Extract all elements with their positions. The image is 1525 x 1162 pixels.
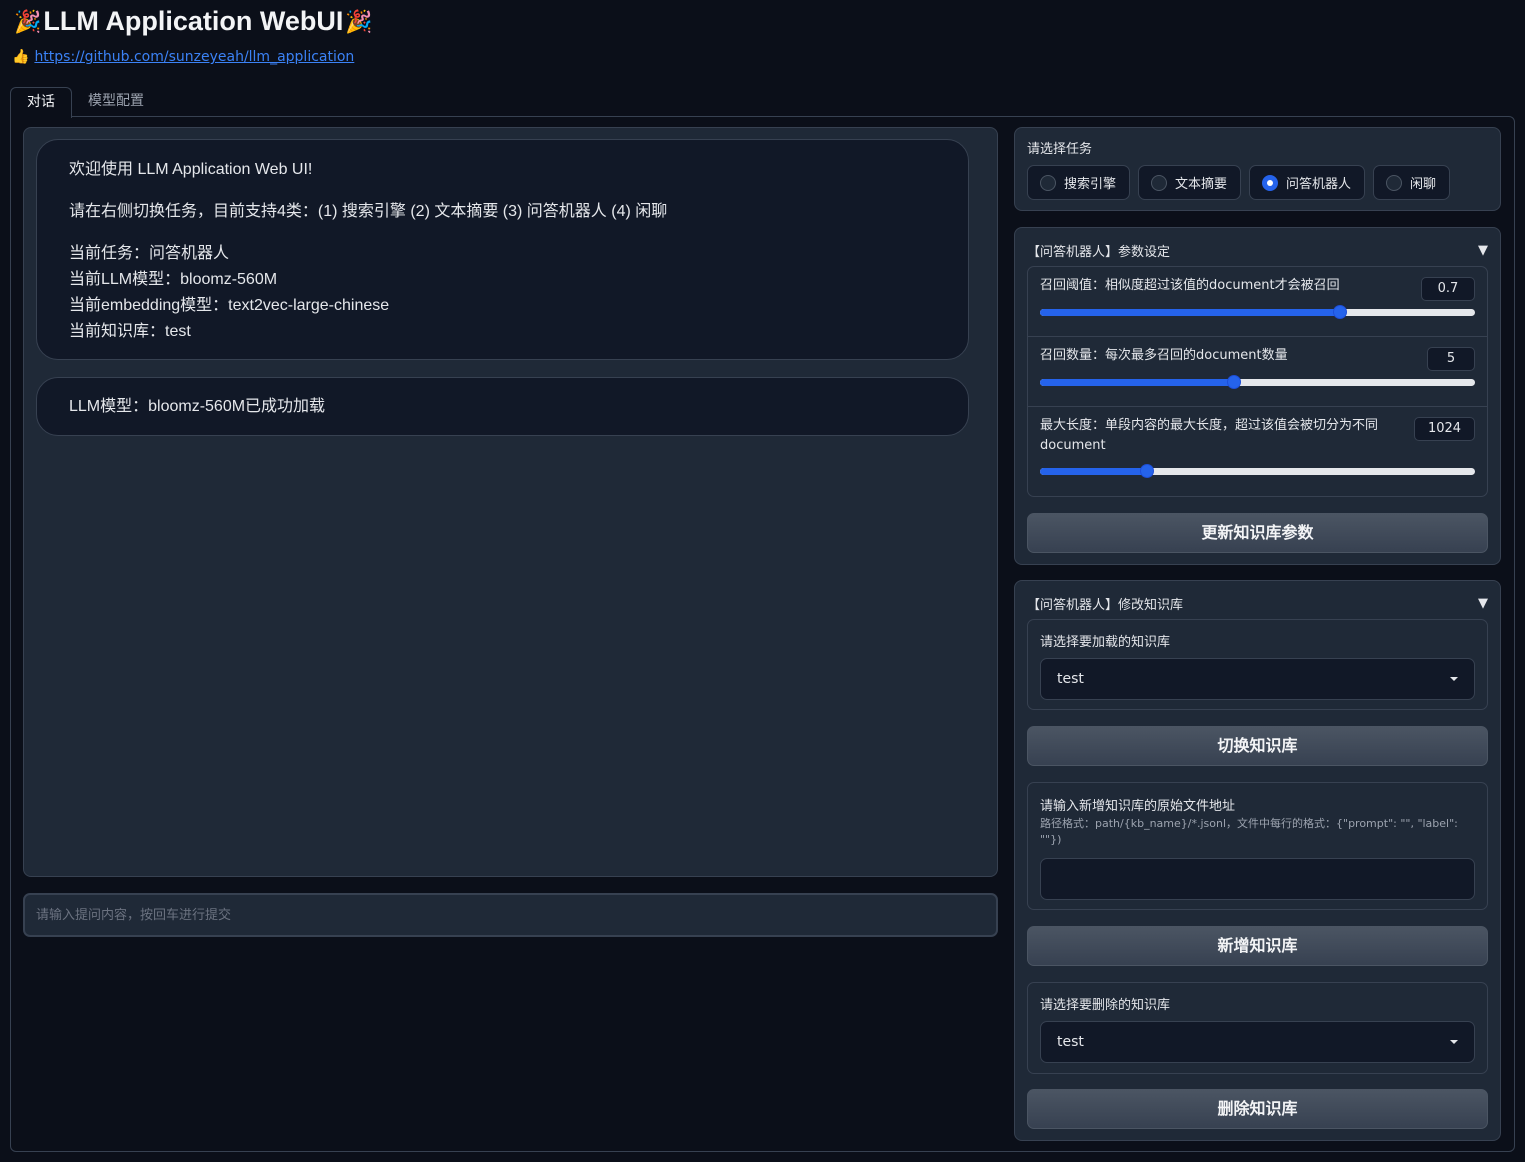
new-kb-group: 请输入新增知识库的原始文件地址 路径格式：path/{kb_name}/*.js… <box>1027 782 1488 910</box>
chatbot-panel: 欢迎使用 LLM Application Web UI! 请在右侧切换任务，目前… <box>23 127 998 877</box>
radio-label: 问答机器人 <box>1286 177 1352 192</box>
status-lines: 当前任务：问答机器人 当前LLM模型：bloomz-560M 当前embeddi… <box>69 241 936 345</box>
new-kb-hint: 路径格式：path/{kb_name}/*.jsonl，文件中每行的格式：{"p… <box>1040 817 1458 846</box>
slider-recall-count: 召回数量：每次最多召回的document数量 5 <box>1028 337 1487 407</box>
load-kb-group: 请选择要加载的知识库 test <box>1027 619 1488 710</box>
count-number-input[interactable]: 5 <box>1427 347 1475 371</box>
radio-label: 文本摘要 <box>1175 177 1228 192</box>
party-popper-icon: 🎉 <box>345 8 373 34</box>
question-input[interactable] <box>23 893 998 937</box>
radio-search-engine[interactable]: 搜索引擎 <box>1027 165 1131 200</box>
delete-kb-button[interactable]: 删除知识库 <box>1027 1089 1488 1129</box>
model-loaded-text: LLM模型：bloomz-560M已成功加载 <box>69 398 326 415</box>
slider-track[interactable] <box>1040 464 1475 478</box>
param-settings-title: 【问答机器人】参数设定 <box>1027 244 1171 260</box>
dropdown-arrow-icon <box>1450 677 1458 681</box>
current-embedding-text: 当前embedding模型：text2vec-large-chinese <box>69 297 390 314</box>
app-title-text: LLM Application WebUI <box>43 6 344 36</box>
current-kb-text: 当前知识库：test <box>69 323 191 340</box>
slider-thumb[interactable] <box>1226 375 1241 389</box>
slider-track[interactable] <box>1040 305 1475 319</box>
param-settings-accordion: 【问答机器人】参数设定 ▼ 召回阈值：相似度超过该值的document才会被召回… <box>1014 227 1501 565</box>
tab-chat[interactable]: 对话 <box>10 87 72 118</box>
kb-accordion-title: 【问答机器人】修改知识库 <box>1027 597 1184 613</box>
delete-kb-group: 请选择要删除的知识库 test <box>1027 982 1488 1074</box>
slider-thumb[interactable] <box>1333 305 1348 319</box>
load-kb-label: 请选择要加载的知识库 <box>1040 635 1171 650</box>
repo-link-row: 👍 https://github.com/sunzeyeah/llm_appli… <box>12 49 354 65</box>
radio-qa-bot[interactable]: 问答机器人 <box>1249 165 1366 200</box>
slider-group: 召回阈值：相似度超过该值的document才会被召回 0.7 召回数量：每次最多… <box>1027 266 1488 497</box>
repo-link[interactable]: https://github.com/sunzeyeah/llm_applica… <box>34 49 354 65</box>
update-kb-params-button[interactable]: 更新知识库参数 <box>1027 513 1488 553</box>
slider-label: 召回阈值：相似度超过该值的document才会被召回 <box>1040 278 1340 293</box>
radio-circle-icon <box>1040 174 1056 191</box>
slider-label: 召回数量：每次最多召回的document数量 <box>1040 348 1288 363</box>
slider-track[interactable] <box>1040 375 1475 389</box>
threshold-number-input[interactable]: 0.7 <box>1421 277 1475 301</box>
tab-bar: 对话 模型配置 <box>10 87 160 118</box>
party-popper-icon: 🎉 <box>14 8 42 34</box>
current-llm-text: 当前LLM模型：bloomz-560M <box>69 271 278 288</box>
welcome-text: 欢迎使用 LLM Application Web UI! <box>69 161 313 178</box>
slider-fill <box>1040 468 1147 475</box>
slider-fill <box>1040 379 1234 386</box>
param-settings-header[interactable]: 【问答机器人】参数设定 ▼ <box>1027 239 1488 261</box>
radio-checked-icon <box>1262 174 1279 191</box>
task-radio-group: 搜索引擎 文本摘要 问答机器人 闲聊 <box>1027 165 1451 200</box>
add-kb-button[interactable]: 新增知识库 <box>1027 926 1488 966</box>
radio-label: 搜索引擎 <box>1064 177 1117 192</box>
max-length-number-input[interactable]: 1024 <box>1414 417 1475 441</box>
caret-down-icon: ▼ <box>1478 595 1488 611</box>
new-kb-path-input[interactable] <box>1040 858 1475 900</box>
radio-label: 闲聊 <box>1410 177 1437 192</box>
slider-label: 最大长度：单段内容的最大长度，超过该值会被切分为不同document <box>1040 418 1379 453</box>
radio-circle-icon <box>1386 174 1403 191</box>
slider-max-length: 最大长度：单段内容的最大长度，超过该值会被切分为不同document 1024 <box>1028 407 1487 496</box>
slider-recall-threshold: 召回阈值：相似度超过该值的document才会被召回 0.7 <box>1028 267 1487 337</box>
load-kb-value: test <box>1057 671 1084 687</box>
delete-kb-label: 请选择要删除的知识库 <box>1040 998 1171 1013</box>
dropdown-arrow-icon <box>1450 1040 1458 1044</box>
current-task-text: 当前任务：问答机器人 <box>69 245 230 262</box>
radio-text-summary[interactable]: 文本摘要 <box>1138 165 1242 200</box>
slider-thumb[interactable] <box>1139 464 1154 478</box>
thumbs-up-icon: 👍 <box>12 49 30 65</box>
task-selector-label: 请选择任务 <box>1027 142 1093 157</box>
new-kb-label: 请输入新增知识库的原始文件地址 <box>1040 799 1236 814</box>
radio-chitchat[interactable]: 闲聊 <box>1373 165 1451 200</box>
kb-accordion: 【问答机器人】修改知识库 ▼ 请选择要加载的知识库 test 切换知识库 请输入… <box>1014 580 1501 1141</box>
caret-down-icon: ▼ <box>1478 242 1488 258</box>
delete-kb-value: test <box>1057 1034 1084 1050</box>
intro-text: 请在右侧切换任务，目前支持4类：(1) 搜索引擎 (2) 文本摘要 (3) 问答… <box>69 203 668 220</box>
app-title: 🎉 LLM Application WebUI 🎉 <box>14 6 373 37</box>
kb-accordion-header[interactable]: 【问答机器人】修改知识库 ▼ <box>1027 592 1488 614</box>
load-kb-dropdown[interactable]: test <box>1040 658 1475 700</box>
switch-kb-button[interactable]: 切换知识库 <box>1027 726 1488 766</box>
radio-circle-icon <box>1151 174 1168 191</box>
slider-fill <box>1040 309 1341 316</box>
chat-message-model-loaded: LLM模型：bloomz-560M已成功加载 <box>36 377 969 436</box>
tab-model-config[interactable]: 模型配置 <box>72 87 160 117</box>
delete-kb-dropdown[interactable]: test <box>1040 1021 1475 1063</box>
chat-message-welcome: 欢迎使用 LLM Application Web UI! 请在右侧切换任务，目前… <box>36 139 969 360</box>
task-selector: 请选择任务 搜索引擎 文本摘要 问答机器人 闲聊 <box>1014 127 1501 211</box>
